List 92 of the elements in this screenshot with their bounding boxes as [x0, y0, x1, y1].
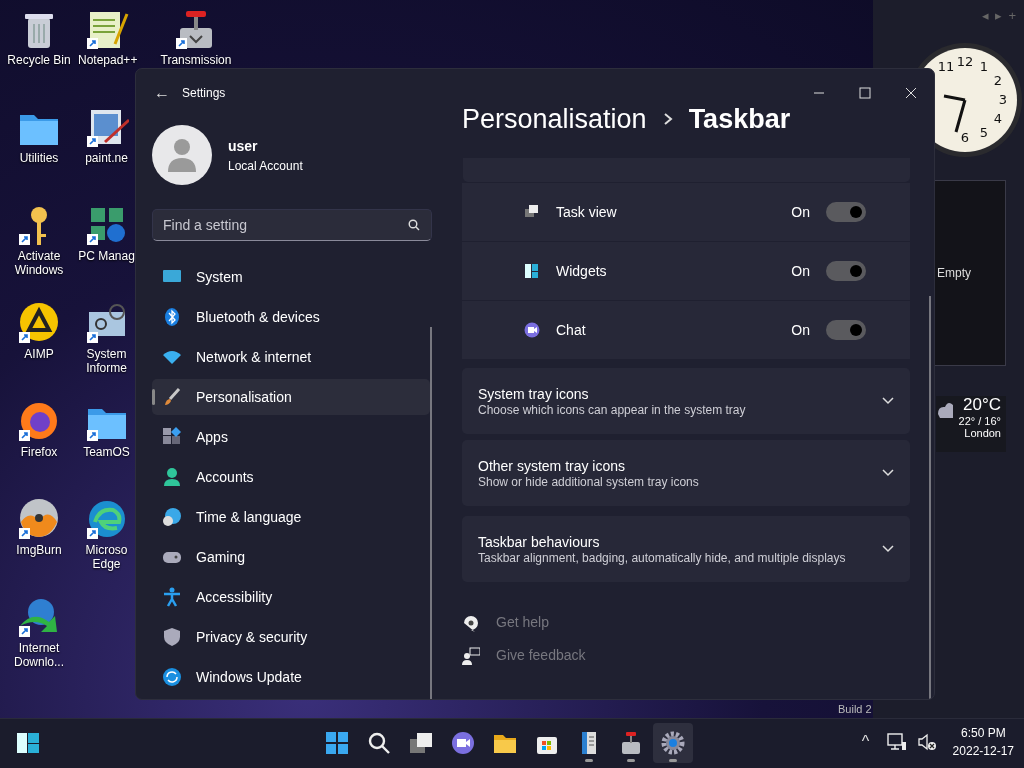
help-link[interactable]: Get help: [496, 612, 549, 633]
clock-time: 6:50 PM: [960, 725, 1006, 742]
expander[interactable]: System tray icons Choose which icons can appear in the system tray: [462, 368, 910, 434]
icon-label[interactable]: Utilities: [0, 151, 78, 165]
weather-temperature: 20°C: [963, 396, 1001, 415]
person-comment-icon: [462, 646, 480, 665]
page-title: Taskbar: [688, 102, 791, 136]
icon-label[interactable]: AIMP: [0, 347, 78, 361]
nav-item[interactable]: System: [152, 259, 430, 295]
icon-label[interactable]: Activate Windows: [0, 249, 78, 277]
build-text: Build 2: [838, 702, 872, 717]
icon-label[interactable]: Notepad++: [78, 53, 135, 67]
expander[interactable]: Taskbar behaviours Taskbar alignment, badging, automatically hide, and multiple displays: [462, 516, 910, 582]
video-chat-icon: [451, 731, 475, 755]
clock-date: 2022-12-17: [952, 743, 1014, 760]
close-icon: [905, 87, 917, 99]
scrollbar[interactable]: [430, 327, 432, 699]
gear-icon: [661, 731, 685, 755]
expander[interactable]: Other system tray icons Show or hide additional system tray icons: [462, 440, 910, 506]
nav-item[interactable]: Gaming: [152, 539, 430, 575]
brush-icon: [162, 387, 182, 407]
nav-item[interactable]: Apps: [152, 419, 430, 455]
search-icon: [408, 219, 420, 231]
task-view-icon: [409, 731, 433, 755]
clock-button[interactable]: 6:50 PM 2022-12-17: [946, 724, 1014, 760]
toggle-state: On: [791, 320, 810, 340]
icon-label[interactable]: Microso Edge: [78, 543, 135, 571]
expander-title: System tray icons: [478, 384, 590, 403]
icon-label[interactable]: Recycle Bin: [0, 53, 78, 67]
back-button[interactable]: ←: [150, 77, 174, 109]
icon-label[interactable]: paint.ne: [78, 151, 135, 165]
window-title: Settings: [182, 85, 226, 102]
account-type: Local Account: [228, 157, 303, 175]
chevron-right-icon: [662, 112, 673, 126]
breadcrumb-parent[interactable]: Personalisation: [462, 98, 647, 140]
setting-label: Task view: [556, 202, 618, 222]
setting-label: Widgets: [556, 261, 608, 281]
plunger-box-icon: [619, 731, 643, 755]
accessibility-icon: [162, 587, 182, 607]
nav-item[interactable]: Network & internet: [152, 339, 430, 375]
icon-label[interactable]: Transmission: [157, 53, 235, 67]
help-link[interactable]: Give feedback: [496, 645, 586, 666]
scrollbar[interactable]: [929, 296, 931, 699]
shield-icon: [162, 627, 182, 647]
weather-city: London: [964, 426, 1001, 439]
toggle-state: On: [791, 261, 810, 281]
expander-description: Show or hide additional system tray icons: [478, 474, 700, 490]
muted-speaker-icon[interactable]: [916, 733, 937, 751]
expander-title: Taskbar behaviours: [478, 532, 601, 551]
icon-label[interactable]: PC Manag: [78, 249, 135, 263]
search-field[interactable]: Find a setting: [152, 209, 432, 241]
network-monitor-icon[interactable]: [886, 733, 907, 751]
account-name: user: [228, 136, 259, 156]
icon-label[interactable]: ImgBurn: [0, 543, 78, 557]
expander-description: Taskbar alignment, badging, automatically hide, and multiple displays: [478, 550, 847, 566]
nav-item[interactable]: Bluetooth & devices: [152, 299, 430, 335]
person-icon: [167, 138, 197, 172]
icon-label[interactable]: Firefox: [0, 445, 78, 459]
expander-description: Choose which icons can appear in the system tray: [478, 402, 747, 418]
widgets-icon: [16, 731, 40, 755]
video-chat-icon: [524, 322, 540, 338]
taskbar-app-button[interactable]: [653, 723, 693, 763]
expander-title: Other system tray icons: [478, 456, 627, 475]
toggle-state: On: [791, 202, 810, 222]
icon-label[interactable]: System Informe: [78, 347, 135, 375]
note-text: Empty: [937, 265, 971, 282]
refresh-icon: [162, 667, 182, 687]
widgets-icon: [524, 263, 540, 279]
apps-icon: [162, 427, 182, 447]
maximize-icon: [859, 87, 871, 99]
icon-label[interactable]: TeamOS: [78, 445, 135, 459]
search-icon: [367, 731, 391, 755]
toggle-switch[interactable]: [826, 261, 866, 281]
tray-chevron-button[interactable]: ^: [854, 726, 877, 758]
weather-range: 22° / 16°: [958, 414, 1001, 427]
task-view-icon: [524, 204, 540, 220]
triangle-circle-icon[interactable]: [17, 302, 61, 344]
toggle-switch[interactable]: [826, 202, 866, 222]
nav-item[interactable]: Windows Update: [152, 659, 430, 695]
nav-item[interactable]: Time & language: [152, 499, 430, 535]
nav-item[interactable]: Accessibility: [152, 579, 430, 615]
nav-item[interactable]: Personalisation: [152, 379, 430, 415]
nav-item[interactable]: Accounts: [152, 459, 430, 495]
start-icon: [325, 731, 349, 755]
help-bubble-icon: [462, 613, 480, 632]
setting-label: Chat: [556, 320, 587, 340]
icon-label[interactable]: Internet Downlo...: [0, 641, 78, 669]
disc-icon[interactable]: [17, 498, 61, 540]
toggle-switch[interactable]: [826, 320, 866, 340]
nav-item[interactable]: Privacy & security: [152, 619, 430, 655]
bluetooth-icon: [162, 307, 182, 327]
person-icon: [162, 467, 182, 487]
